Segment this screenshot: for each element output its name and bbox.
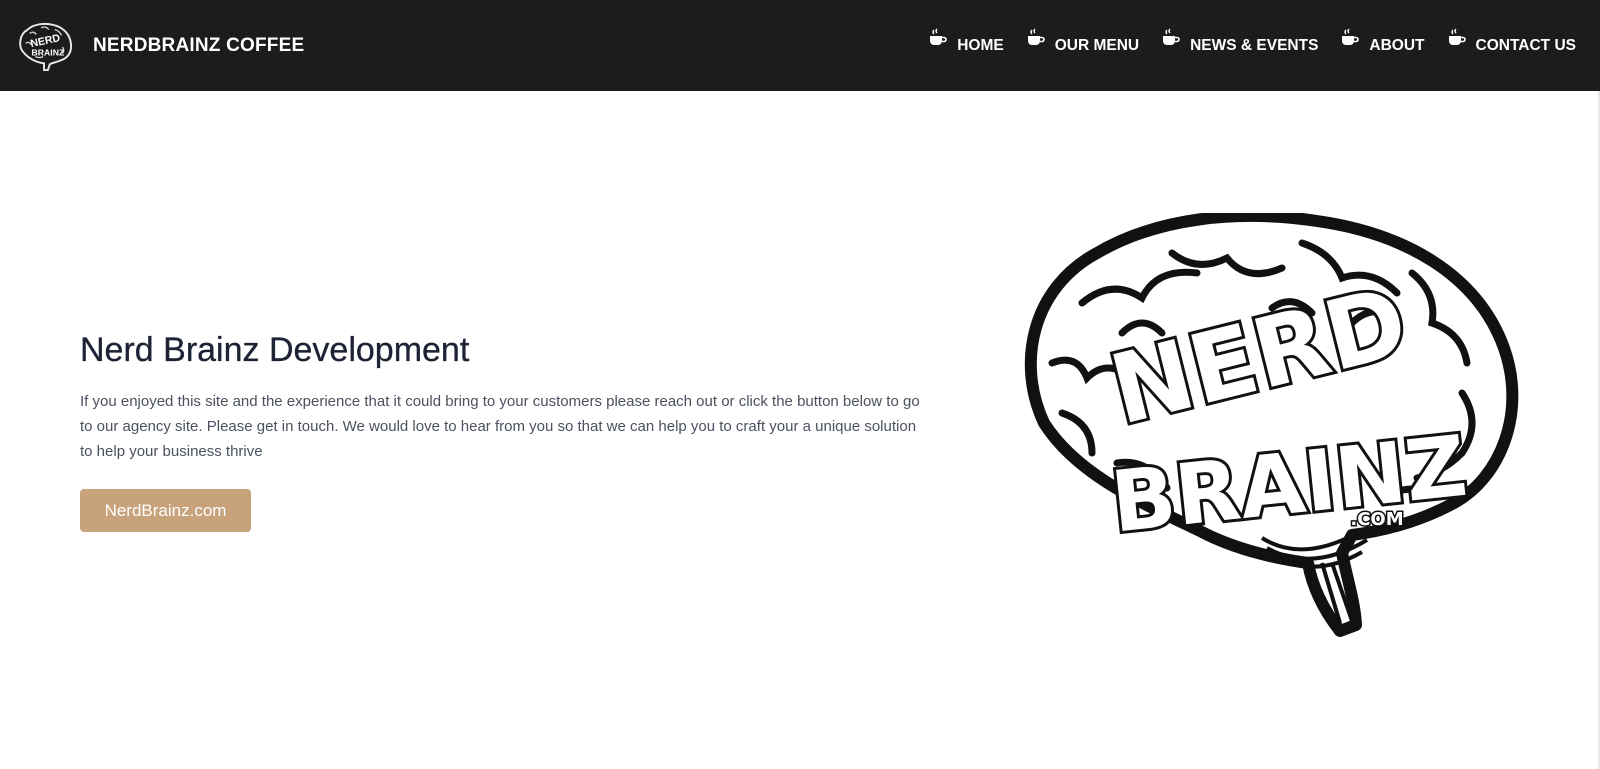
top-navbar: NERD BRAINZ NERDBRAINZ COFFEE HOME OUR M… <box>0 0 1600 91</box>
coffee-cup-icon <box>1448 28 1466 45</box>
nerdbrainz-brain-logo: NERD BRAINZ .COM <box>1022 213 1522 643</box>
nav-about[interactable]: ABOUT <box>1340 28 1425 56</box>
brain-logo-icon: NERD BRAINZ <box>19 22 73 71</box>
nav-home-label: HOME <box>957 36 1004 54</box>
nav-contact-us[interactable]: CONTACT US <box>1447 28 1576 56</box>
logo-word-com: .COM <box>1350 509 1403 530</box>
nav-about-label: ABOUT <box>1369 36 1425 54</box>
main-nav: HOME OUR MENU NEWS & EVENTS ABOUT CONTAC… <box>906 0 1576 91</box>
coffee-cup-icon <box>1027 28 1045 45</box>
brain-illustration-icon: NERD BRAINZ .COM <box>1024 213 1519 637</box>
hero-title: Nerd Brainz Development <box>80 331 470 369</box>
svg-text:BRAINZ: BRAINZ <box>32 47 65 57</box>
coffee-cup-icon <box>1342 28 1360 45</box>
coffee-cup-icon <box>1163 28 1180 45</box>
nav-contact-us-label: CONTACT US <box>1475 36 1576 54</box>
nav-home[interactable]: HOME <box>928 28 1004 56</box>
nav-our-menu[interactable]: OUR MENU <box>1026 28 1140 56</box>
nav-news-events[interactable]: NEWS & EVENTS <box>1161 28 1319 56</box>
hero-section: Nerd Brainz Development If you enjoyed t… <box>80 329 930 464</box>
nav-our-menu-label: OUR MENU <box>1054 36 1140 54</box>
nerdbrainz-site-button[interactable]: NerdBrainz.com <box>80 489 251 532</box>
hero-description: If you enjoyed this site and the experie… <box>80 393 920 460</box>
nav-news-events-label: NEWS & EVENTS <box>1190 36 1319 54</box>
brand-name: NERDBRAINZ COFFEE <box>93 34 305 56</box>
brand-home-link[interactable]: NERD BRAINZ NERDBRAINZ COFFEE <box>16 20 304 72</box>
coffee-cup-icon <box>930 28 947 45</box>
